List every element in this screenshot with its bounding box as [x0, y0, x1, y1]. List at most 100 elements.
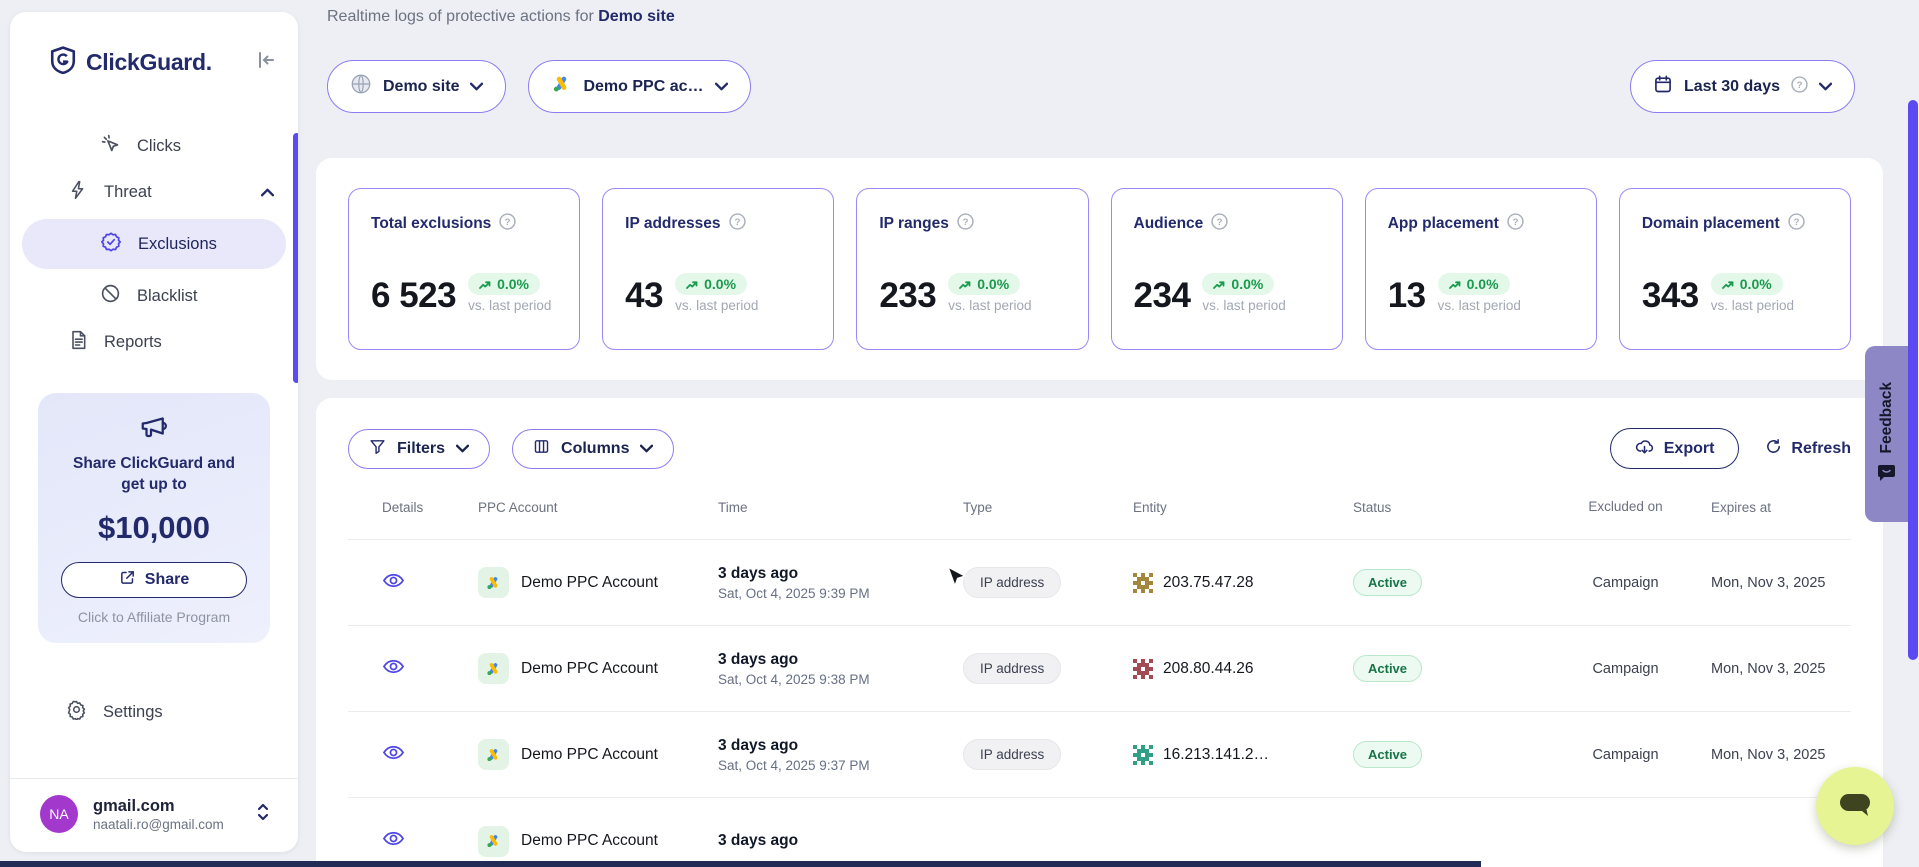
time-relative: 3 days ago	[718, 832, 963, 850]
sidebar-item-reports[interactable]: Reports	[10, 319, 298, 365]
stat-value: 43	[625, 278, 663, 313]
view-details-eye-icon[interactable]	[382, 656, 405, 677]
stat-caption: vs. last period	[1438, 298, 1521, 313]
stat-value: 6 523	[371, 278, 456, 313]
chevron-down-icon	[715, 78, 728, 96]
ppc-account-name: Demo PPC Account	[521, 746, 658, 764]
stat-label: Audience	[1134, 215, 1204, 233]
view-details-eye-icon[interactable]	[382, 742, 405, 763]
excluded-on-value: Campaign	[1568, 661, 1683, 677]
columns-icon	[533, 438, 550, 460]
status-badge: Active	[1353, 569, 1422, 596]
table-header-row: Details PPC Account Time Type Entity Sta…	[348, 497, 1851, 540]
question-circle-icon[interactable]	[499, 213, 516, 235]
stat-card-domain-placement: Domain placement 343 0.0% vs. last perio…	[1619, 188, 1851, 350]
stat-value: 13	[1388, 278, 1426, 313]
feedback-tab[interactable]: Feedback	[1865, 346, 1908, 522]
stat-label: App placement	[1388, 215, 1499, 233]
question-circle-icon[interactable]	[957, 213, 974, 235]
question-circle-icon[interactable]	[729, 213, 746, 235]
entity-value: 203.75.47.28	[1163, 574, 1254, 592]
trend-up-icon	[1449, 280, 1461, 289]
refresh-button[interactable]: Refresh	[1765, 438, 1851, 460]
promo-text-line1: Share ClickGuard and	[73, 454, 235, 475]
question-circle-icon	[1791, 76, 1808, 98]
col-header-ppc-account: PPC Account	[478, 500, 718, 515]
user-name: gmail.com	[93, 797, 224, 816]
col-header-time: Time	[718, 500, 963, 515]
entity-value: 208.80.44.26	[1163, 660, 1254, 678]
ppc-account-name: Demo PPC Account	[521, 832, 658, 850]
stat-card-total-exclusions: Total exclusions 6 523 0.0% vs. last per…	[348, 188, 580, 350]
sidebar: ClickGuard. Clicks	[10, 12, 298, 852]
chat-bubble-icon	[1835, 788, 1875, 825]
export-button[interactable]: Export	[1610, 428, 1740, 469]
affiliate-program-link[interactable]: Click to Affiliate Program	[78, 609, 230, 625]
view-details-eye-icon[interactable]	[382, 570, 405, 591]
table-row: Demo PPC Account 3 days ago Sat, Oct 4, …	[348, 540, 1851, 626]
col-header-excluded-on: Excluded on	[1568, 497, 1683, 517]
user-menu[interactable]: NA gmail.com naatali.ro@gmail.com	[40, 795, 270, 833]
stat-label: Domain placement	[1642, 215, 1780, 233]
col-header-type: Type	[963, 500, 1133, 515]
external-link-icon	[119, 569, 136, 591]
date-range-value: Last 30 days	[1684, 78, 1780, 96]
excluded-on-value: Campaign	[1568, 575, 1683, 591]
stats-panel: Total exclusions 6 523 0.0% vs. last per…	[316, 158, 1883, 380]
question-circle-icon[interactable]	[1507, 213, 1524, 235]
refresh-label: Refresh	[1791, 440, 1851, 458]
collapse-sidebar-icon[interactable]	[256, 51, 276, 74]
sidebar-item-settings[interactable]: Settings	[10, 689, 298, 735]
status-badge: Active	[1353, 655, 1422, 682]
table-row-partial: Demo PPC Account 3 days ago	[348, 798, 1851, 867]
question-circle-icon[interactable]	[1211, 213, 1228, 235]
sidebar-item-exclusions[interactable]: Exclusions	[22, 219, 286, 269]
sidebar-item-clicks[interactable]: Clicks	[10, 123, 298, 169]
stat-card-app-placement: App placement 13 0.0% vs. last period	[1365, 188, 1597, 350]
stat-caption: vs. last period	[1711, 298, 1794, 313]
share-button[interactable]: Share	[61, 562, 247, 598]
sidebar-item-label: Settings	[103, 703, 163, 722]
site-selector-dropdown[interactable]: Demo site	[327, 60, 506, 113]
exclusions-table-panel: Filters Columns	[316, 398, 1883, 867]
ip-identicon	[1133, 659, 1153, 679]
col-header-expires-at: Expires at	[1683, 500, 1851, 515]
chat-launcher-button[interactable]	[1816, 767, 1894, 845]
sidebar-item-label: Reports	[104, 333, 162, 352]
stat-card-ip-ranges: IP ranges 233 0.0% vs. last period	[856, 188, 1088, 350]
stat-value: 233	[879, 278, 936, 313]
sidebar-item-threat[interactable]: Threat	[10, 169, 298, 215]
globe-icon	[350, 73, 372, 100]
question-circle-icon[interactable]	[1788, 213, 1805, 235]
calendar-icon	[1653, 74, 1673, 99]
columns-dropdown[interactable]: Columns	[512, 429, 674, 469]
view-details-eye-icon[interactable]	[382, 828, 405, 849]
table-row: Demo PPC Account 3 days ago Sat, Oct 4, …	[348, 626, 1851, 712]
table-row: Demo PPC Account 3 days ago Sat, Oct 4, …	[348, 712, 1851, 798]
promo-amount: $10,000	[98, 510, 210, 546]
bottom-edge-bar	[0, 861, 1481, 867]
date-range-dropdown[interactable]: Last 30 days	[1630, 60, 1855, 113]
trend-up-icon	[686, 280, 698, 289]
feedback-smiley-icon	[1878, 465, 1895, 486]
avatar: NA	[40, 795, 78, 833]
gear-icon	[66, 699, 87, 725]
sidebar-item-blacklist[interactable]: Blacklist	[10, 273, 298, 319]
time-absolute: Sat, Oct 4, 2025 9:39 PM	[718, 586, 963, 601]
col-header-status: Status	[1353, 500, 1568, 515]
page-scrollbar-thumb[interactable]	[1908, 100, 1918, 660]
excluded-on-value: Campaign	[1568, 747, 1683, 763]
stat-label: IP ranges	[879, 215, 949, 233]
ppc-account-selector-dropdown[interactable]: Demo PPC ac…	[528, 60, 750, 113]
time-absolute: Sat, Oct 4, 2025 9:37 PM	[718, 758, 963, 773]
badge-check-icon	[100, 231, 122, 258]
stat-caption: vs. last period	[675, 298, 758, 313]
type-badge: IP address	[963, 653, 1061, 684]
google-ads-icon	[478, 739, 509, 770]
document-icon	[68, 329, 88, 356]
ppc-account-name: Demo PPC Account	[521, 574, 658, 592]
filters-dropdown[interactable]: Filters	[348, 429, 490, 469]
trend-up-icon	[1213, 280, 1225, 289]
sidebar-scrollbar-thumb[interactable]	[293, 133, 298, 383]
sidebar-item-label: Exclusions	[138, 235, 217, 254]
